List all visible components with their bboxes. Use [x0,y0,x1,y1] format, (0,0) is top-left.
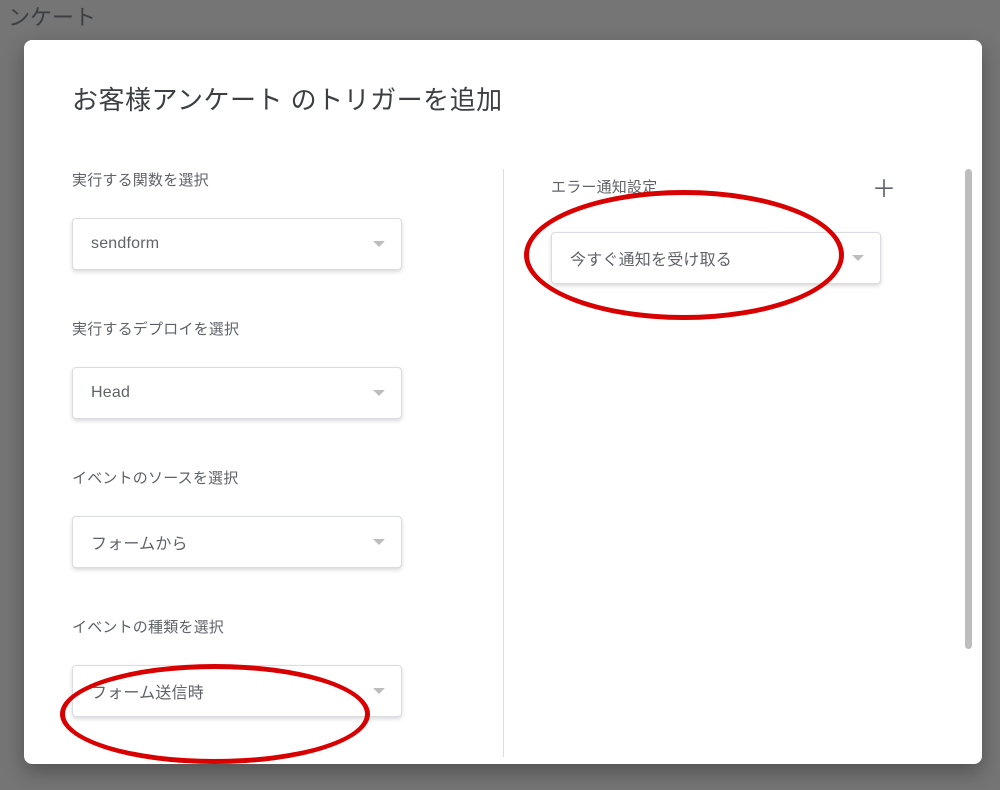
background-page-title: ンケート [0,0,104,32]
deploy-select-dropdown[interactable]: Head [72,367,402,419]
trigger-dialog: お客様アンケート のトリガーを追加 実行する関数を選択 sendform 実行す… [24,40,982,764]
dialog-title: お客様アンケート のトリガーを追加 [72,80,934,117]
event-source-label: イベントのソースを選択 [72,467,455,488]
dropdown-caret-icon [373,539,385,545]
dropdown-caret-icon [373,390,385,396]
deploy-select-label: 実行するデプロイを選択 [72,318,455,339]
function-select-label: 実行する関数を選択 [72,169,455,190]
error-notification-label: エラー通知設定 [551,176,657,197]
left-column: 実行する関数を選択 sendform 実行するデプロイを選択 Head イベント… [72,169,503,757]
event-source-dropdown[interactable]: フォームから [72,516,402,568]
event-type-dropdown[interactable]: フォーム送信時 [72,665,402,717]
dropdown-caret-icon [373,688,385,694]
deploy-select-value: Head [91,384,130,402]
column-divider [503,169,504,757]
right-column: エラー通知設定 ＋ 今すぐ通知を受け取る [503,169,934,757]
error-notification-value: 今すぐ通知を受け取る [570,246,732,270]
error-notification-dropdown[interactable]: 今すぐ通知を受け取る [551,232,881,284]
scrollbar[interactable] [965,169,972,649]
dropdown-caret-icon [373,241,385,247]
add-notification-icon[interactable]: ＋ [872,169,896,204]
event-source-value: フォームから [91,530,188,554]
function-select-dropdown[interactable]: sendform [72,218,402,270]
dropdown-caret-icon [852,255,864,261]
function-select-value: sendform [91,235,159,253]
event-type-label: イベントの種類を選択 [72,616,455,637]
event-type-value: フォーム送信時 [91,679,204,703]
